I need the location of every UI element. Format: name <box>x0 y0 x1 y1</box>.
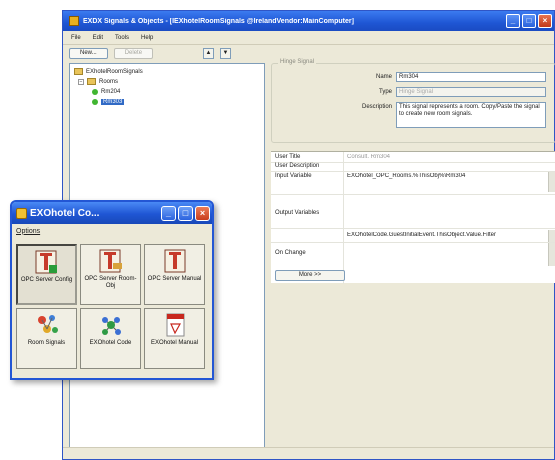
new-button[interactable]: New... <box>69 47 108 59</box>
app-icon <box>69 16 79 26</box>
opc-config-icon <box>35 250 57 274</box>
delete-button[interactable]: Delete <box>113 47 154 59</box>
launcher-title-bar[interactable]: EXOhotel Co... _ □ × <box>12 202 212 224</box>
grid-line <box>271 194 555 195</box>
opc-manual-icon <box>164 249 185 273</box>
signal-dot-icon <box>92 89 98 95</box>
status-bar <box>63 447 554 459</box>
launcher-window: EXOhotel Co... _ □ × Options OPC Server … <box>10 200 214 380</box>
type-label: Type <box>378 89 392 95</box>
signal-dot-icon <box>92 99 98 105</box>
launcher-title: EXOhotel Co... <box>30 207 100 219</box>
collapse-icon[interactable]: − <box>78 78 84 85</box>
tile-label: Room Signals <box>27 340 66 346</box>
tree-item-rm204[interactable]: Rm204 <box>92 89 120 95</box>
prop-label-output-variables: Output Variables <box>275 210 320 216</box>
onchange-scrollbar[interactable] <box>548 244 555 266</box>
tree-item-rm303[interactable]: Rm303 <box>92 99 125 105</box>
move-down-icon[interactable]: ▼ <box>220 47 232 59</box>
menu-help[interactable]: Help <box>141 35 153 41</box>
name-field[interactable]: Rm304 <box>396 72 546 82</box>
menu-options[interactable]: Options <box>16 228 40 235</box>
close-icon[interactable]: × <box>195 205 210 221</box>
close-icon[interactable]: × <box>538 14 552 28</box>
grid-line <box>271 242 555 243</box>
folder-icon <box>74 68 83 75</box>
tile-opc-config[interactable]: OPC Server Config <box>16 244 77 305</box>
menu-bar: File Edit Tools Help <box>63 31 554 45</box>
hinge-signal-group: Hinge Signal Name Rm304 Type Hinge Signa… <box>271 59 555 143</box>
tile-label: EXOhotel Code <box>89 340 132 346</box>
maximize-icon[interactable]: □ <box>178 205 193 221</box>
tile-exohotel-manual[interactable]: EXOhotel Manual <box>144 308 205 369</box>
grid-line <box>271 228 555 229</box>
tile-room-signals[interactable]: Room Signals <box>16 308 77 369</box>
opc-room-icon <box>99 249 122 273</box>
menu-tools[interactable]: Tools <box>115 35 129 41</box>
description-field[interactable]: This signal represents a room. Copy/Past… <box>396 102 546 128</box>
prop-value-user-title[interactable]: Consult. Rm304 <box>345 154 550 160</box>
folder-icon <box>87 78 96 85</box>
more-button[interactable]: More >> <box>275 270 345 281</box>
name-label: Name <box>375 74 392 80</box>
minimize-icon[interactable]: _ <box>506 14 520 28</box>
launcher-app-icon <box>16 207 27 219</box>
code-molecule-icon <box>101 317 121 335</box>
tile-opc-manual[interactable]: OPC Server Manual <box>144 244 205 305</box>
tile-label: OPC Server Room-Obj <box>84 276 137 289</box>
tree-folder-rooms[interactable]: − Rooms <box>78 78 118 85</box>
group-label: Hinge Signal <box>278 59 317 65</box>
launcher-menu-bar: Options <box>12 224 212 238</box>
input-scrollbar[interactable] <box>548 172 555 192</box>
tree-root[interactable]: EXhotelRoomSignals <box>74 68 143 75</box>
tile-opc-room-obj[interactable]: OPC Server Room-Obj <box>80 244 141 305</box>
prop-label-user-description: User Description <box>275 163 320 169</box>
prop-value-input-variable[interactable]: EXOhotel_OPC_Rooms.%ThisObj%\Rm304 <box>345 173 550 179</box>
property-grid[interactable]: User Title Consult. Rm304 User Descripti… <box>271 151 555 284</box>
description-label: Description <box>361 104 392 110</box>
room-signals-icon <box>37 315 58 333</box>
minimize-icon[interactable]: _ <box>161 205 176 221</box>
menu-edit[interactable]: Edit <box>93 35 103 41</box>
tile-label: EXOhotel Manual <box>150 340 199 346</box>
launcher-grid: OPC Server Config OPC Server Room-Obj OP… <box>16 244 208 372</box>
prop-label-on-change: On Change <box>275 250 306 256</box>
prop-label-input-variable: Input Variable <box>275 173 312 179</box>
move-up-icon[interactable]: ▲ <box>203 47 215 59</box>
tile-label: OPC Server Manual <box>147 276 202 282</box>
type-select[interactable]: Hinge Signal <box>396 87 546 97</box>
tile-exohotel-code[interactable]: EXOhotel Code <box>80 308 141 369</box>
menu-file[interactable]: File <box>71 35 81 41</box>
title-bar[interactable]: EXDX Signals & Objects - [IEXhotelRoomSi… <box>63 11 554 31</box>
window-title: EXDX Signals & Objects - [IEXhotelRoomSi… <box>83 17 354 25</box>
pdf-manual-icon <box>166 313 184 337</box>
prop-label-user-title: User Title <box>275 154 301 160</box>
grid-line <box>271 171 555 172</box>
tile-label: OPC Server Config <box>20 277 73 283</box>
maximize-icon[interactable]: □ <box>522 14 536 28</box>
prop-value-extra[interactable]: EXOhotelCode.GuestInitialEvent.ThisObjec… <box>345 232 550 238</box>
